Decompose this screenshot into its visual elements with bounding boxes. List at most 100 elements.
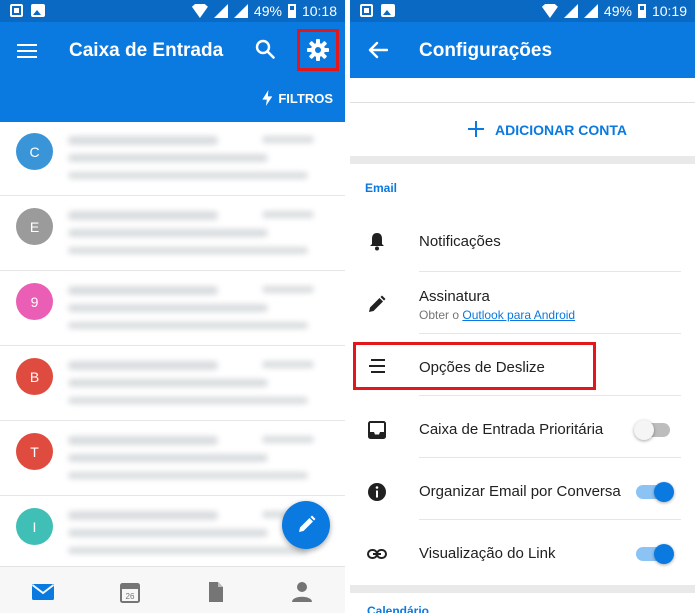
blurred-text [68, 247, 308, 254]
signal-icon-2 [233, 4, 248, 18]
pencil-icon [299, 515, 316, 532]
blurred-text [68, 286, 218, 295]
add-account-button[interactable]: ADICIONAR CONTA [350, 102, 695, 156]
battery-icon [637, 4, 646, 18]
status-bar: 49% 10:19 [350, 0, 695, 22]
blurred-text [68, 472, 308, 479]
blurred-text [68, 397, 308, 404]
mail-icon[interactable] [31, 581, 55, 603]
battery-icon [287, 4, 296, 18]
sender-avatar: T [16, 433, 53, 470]
settings-row-notifications[interactable]: Notificações [350, 210, 695, 272]
swipe-highlight-box [353, 342, 596, 390]
plus-icon [468, 121, 484, 137]
add-account-label: ADICIONAR CONTA [495, 122, 627, 138]
section-header-email: Email [365, 181, 398, 195]
clock: 10:18 [301, 3, 337, 19]
row-label: Visualização do Link [419, 545, 556, 562]
signal-icon [213, 4, 228, 18]
inbox-screen: 49% 10:18 Caixa de Entrada FILTROS C E 9… [0, 0, 345, 613]
message-list-item[interactable]: B [0, 347, 345, 421]
message-list-item[interactable]: E [0, 197, 345, 271]
filter-label: FILTROS [278, 90, 333, 106]
blurred-text [68, 361, 218, 370]
battery-percent: 49% [603, 3, 632, 19]
image-notification-icon [381, 4, 395, 17]
image-notification-icon [31, 4, 45, 17]
calendar-icon[interactable]: 26 [118, 581, 142, 603]
battery-percent: 49% [253, 3, 282, 19]
bottom-navigation: 26 [0, 566, 345, 613]
people-icon[interactable] [290, 581, 314, 603]
blurred-text [68, 529, 268, 537]
calendar-day: 26 [126, 592, 135, 601]
settings-row-focused-inbox[interactable]: Caixa de Entrada Prioritária [350, 396, 695, 458]
blurred-text [68, 136, 218, 145]
settings-screen: 49% 10:19 Configurações ADICIONAR CONTA … [350, 0, 695, 613]
page-title: Caixa de Entrada [69, 40, 224, 61]
blurred-text [68, 154, 268, 162]
row-label: Assinatura [419, 288, 490, 305]
conversation-toggle[interactable] [636, 482, 674, 502]
section-divider [350, 585, 695, 593]
clock: 10:19 [651, 3, 687, 19]
section-divider [350, 156, 695, 164]
row-label: Organizar Email por Conversa [419, 483, 621, 500]
row-label: Caixa de Entrada Prioritária [419, 421, 604, 438]
blurred-text [262, 361, 314, 368]
bell-icon [370, 233, 384, 251]
menu-icon[interactable] [17, 44, 37, 58]
gear-highlight-box [297, 29, 339, 71]
filter-button[interactable]: FILTROS [262, 90, 333, 106]
blurred-text [262, 286, 314, 293]
pencil-icon [369, 295, 386, 312]
search-icon[interactable] [255, 39, 275, 59]
sender-avatar: I [16, 508, 53, 545]
signal-icon-2 [583, 4, 598, 18]
info-icon [368, 483, 386, 501]
compose-button[interactable] [282, 501, 330, 549]
blurred-text [262, 136, 314, 143]
wifi-icon [541, 4, 558, 18]
blurred-text [68, 454, 268, 462]
inbox-icon [368, 421, 386, 439]
app-bar: Caixa de Entrada FILTROS [0, 22, 345, 122]
link-icon [367, 549, 387, 559]
settings-row-conversation[interactable]: Organizar Email por Conversa [350, 458, 695, 520]
blurred-text [68, 211, 218, 220]
notification-icon [10, 4, 23, 17]
screenshot-pair: 49% 10:18 Caixa de Entrada FILTROS C E 9… [0, 0, 695, 613]
blurred-text [68, 172, 308, 179]
app-bar: Configurações [350, 22, 695, 78]
page-title: Configurações [419, 40, 553, 61]
message-list-item[interactable]: 9 [0, 272, 345, 346]
focused-inbox-toggle[interactable] [634, 420, 670, 440]
blurred-text [68, 322, 308, 329]
message-list-item[interactable]: T [0, 422, 345, 496]
notification-icon [360, 4, 373, 17]
link-preview-toggle[interactable] [636, 544, 674, 564]
files-icon[interactable] [204, 581, 228, 603]
bolt-icon [262, 90, 273, 106]
blurred-text [68, 436, 218, 445]
blurred-text [68, 379, 268, 387]
sender-avatar: 9 [16, 283, 53, 320]
outlook-android-link[interactable]: Outlook para Android [462, 308, 575, 322]
sender-avatar: B [16, 358, 53, 395]
signal-icon [563, 4, 578, 18]
blurred-text [68, 304, 268, 312]
blurred-text [68, 547, 308, 554]
settings-row-signature[interactable]: Assinatura Obter o Outlook para Android [350, 272, 695, 334]
status-bar: 49% 10:18 [0, 0, 345, 22]
blurred-text [262, 436, 314, 443]
sender-avatar: C [16, 133, 53, 170]
settings-row-link-preview[interactable]: Visualização do Link [350, 520, 695, 582]
blurred-text [68, 511, 218, 520]
back-arrow-icon[interactable] [368, 41, 388, 59]
section-header-calendar: Calendário [367, 604, 430, 613]
sender-avatar: E [16, 208, 53, 245]
message-list-item[interactable]: C [0, 122, 345, 196]
row-label: Notificações [419, 233, 501, 250]
blurred-text [68, 229, 268, 237]
wifi-icon [191, 4, 208, 18]
